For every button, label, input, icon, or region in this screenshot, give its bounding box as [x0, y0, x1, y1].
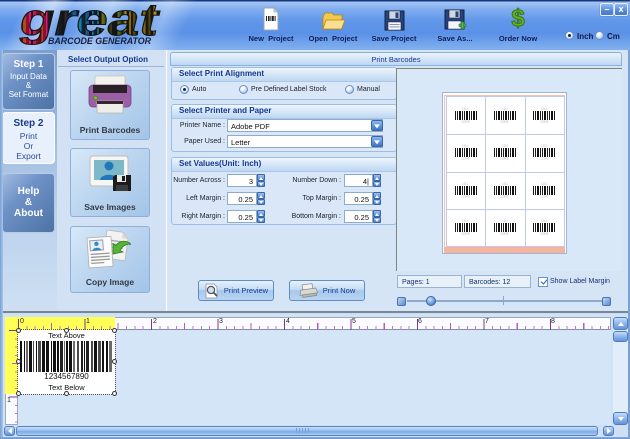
svg-text:BARCODE GENERATOR: BARCODE GENERATOR	[48, 36, 151, 47]
svg-text:$: $	[511, 6, 525, 31]
